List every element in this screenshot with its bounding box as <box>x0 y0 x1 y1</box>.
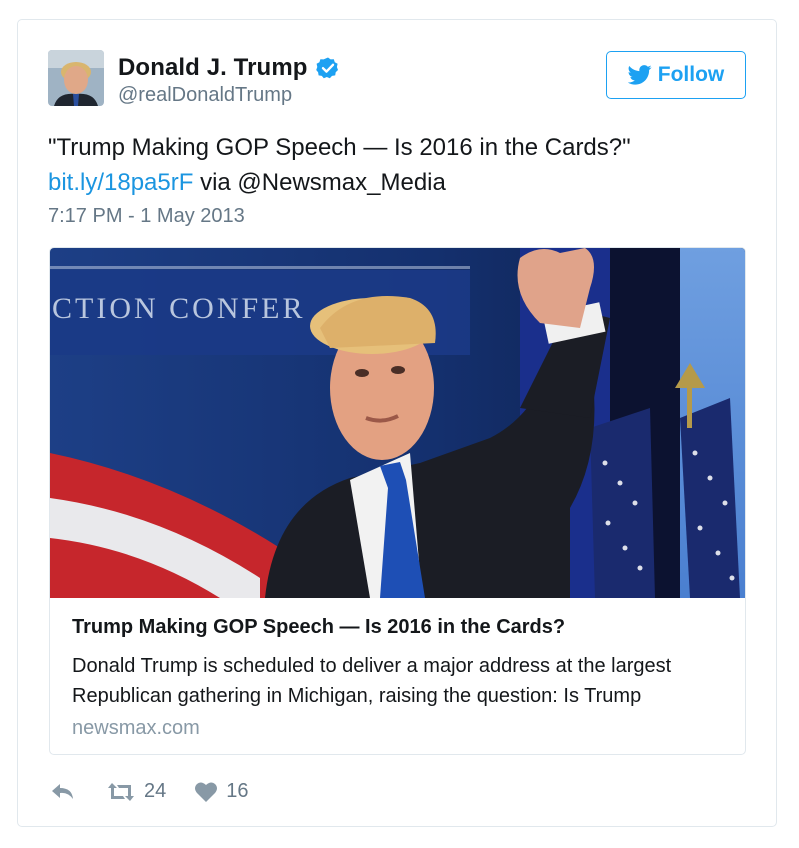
tweet-via: via @Newsmax_Media <box>193 169 446 196</box>
retweet-icon <box>108 782 134 801</box>
tweet-card: Donald J. Trump @realDonaldTrump Follow … <box>17 19 777 827</box>
card-description: Donald Trump is scheduled to deliver a m… <box>72 655 672 707</box>
tweet-text-line2: bit.ly/18pa5rF via @Newsmax_Media <box>48 165 748 200</box>
handle[interactable]: @realDonaldTrump <box>118 84 340 107</box>
timestamp[interactable]: 7:17 PM - 1 May 2013 <box>48 205 245 228</box>
tweet-link[interactable]: bit.ly/18pa5rF <box>48 169 193 196</box>
twitter-bird-icon <box>627 65 652 85</box>
tweet-text: "Trump Making GOP Speech — Is 2016 in th… <box>48 130 748 200</box>
retweet-count: 24 <box>144 780 167 802</box>
display-name[interactable]: Donald J. Trump <box>118 54 308 82</box>
avatar[interactable] <box>48 50 104 106</box>
card-image[interactable]: CTION CONFER <box>50 248 746 598</box>
like-button[interactable]: 16 <box>194 780 249 803</box>
reply-icon <box>52 783 73 799</box>
retweet-button[interactable]: 24 <box>106 780 166 803</box>
like-count: 16 <box>226 780 249 802</box>
tweet-actions: 24 16 <box>50 780 249 803</box>
heart-icon <box>195 781 218 802</box>
tweet-text-line1: "Trump Making GOP Speech — Is 2016 in th… <box>48 134 631 161</box>
verified-badge-icon <box>315 57 338 79</box>
follow-label: Follow <box>657 63 725 86</box>
card-title[interactable]: Trump Making GOP Speech — Is 2016 in the… <box>72 616 732 639</box>
sign-text: CTION CONFER <box>52 292 306 325</box>
link-card[interactable]: CTION CONFER Trump Making GOP Speech — I… <box>49 247 746 755</box>
card-body: Trump Making GOP Speech — Is 2016 in the… <box>72 616 732 740</box>
author-block: Donald J. Trump @realDonaldTrump <box>118 54 340 107</box>
follow-button[interactable]: Follow <box>606 51 746 99</box>
card-domain: newsmax.com <box>72 717 200 739</box>
reply-button[interactable] <box>50 781 76 803</box>
